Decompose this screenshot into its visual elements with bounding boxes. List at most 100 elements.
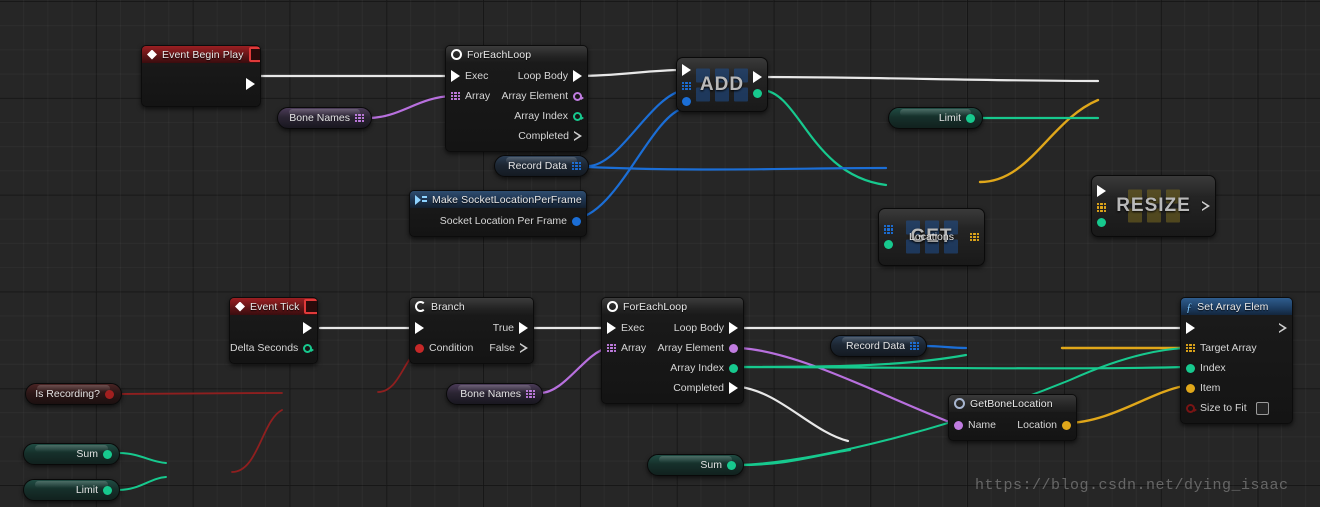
- bool-out-pin[interactable]: [105, 389, 114, 399]
- variable-label: Sum: [76, 448, 98, 460]
- exec-out-pin[interactable]: [1201, 200, 1210, 212]
- exec-out-completed-pin[interactable]: [573, 130, 582, 142]
- watermark-text: https://blog.csdn.net/dying_isaac: [975, 477, 1289, 494]
- node-array-get-top[interactable]: GET Locations: [878, 208, 985, 266]
- node-body: Exec Loop Body Array Array Element Array…: [602, 315, 743, 403]
- array-in-pin[interactable]: [884, 225, 893, 234]
- op-input-pins: [884, 209, 893, 265]
- array-index-out-pin[interactable]: [729, 363, 738, 373]
- array-pin-icon[interactable]: [355, 113, 364, 123]
- exec-in-pin[interactable]: [451, 70, 460, 82]
- pin-label-true: True: [492, 322, 514, 334]
- op-background-grid: [905, 220, 958, 254]
- struct-out-pin[interactable]: [572, 216, 581, 226]
- node-event-tick[interactable]: Event Tick Delta Seconds: [229, 297, 318, 364]
- pin-row-exec: Exec Loop Body: [446, 66, 587, 86]
- exec-in-pin[interactable]: [1186, 322, 1195, 334]
- node-is-recording[interactable]: Is Recording?: [25, 383, 122, 405]
- array-pin-icon[interactable]: [910, 341, 919, 351]
- exec-out-pin[interactable]: [246, 78, 255, 90]
- variable-label: Record Data: [846, 340, 905, 352]
- exec-out-pin[interactable]: [303, 322, 312, 334]
- exec-out-pin[interactable]: [1278, 322, 1287, 334]
- exec-out-pin[interactable]: [753, 71, 762, 83]
- size-in-pin[interactable]: [1097, 218, 1106, 227]
- node-bone-names-top[interactable]: Bone Names: [277, 107, 372, 129]
- new-item-in-pin[interactable]: [682, 96, 691, 106]
- loop-icon: [451, 49, 462, 60]
- variable-label: Bone Names: [289, 112, 350, 124]
- node-title: Branch: [431, 300, 465, 313]
- node-limit-top[interactable]: Limit: [888, 107, 983, 129]
- node-array-add[interactable]: ADD: [676, 57, 768, 112]
- array-element-out-pin[interactable]: [573, 91, 584, 101]
- pin-row-delta-seconds: Delta Seconds: [230, 338, 317, 358]
- node-header: Event Begin Play: [142, 46, 260, 63]
- exec-in-pin[interactable]: [1097, 185, 1106, 197]
- index-in-pin[interactable]: [1186, 363, 1195, 373]
- array-out-pin[interactable]: [970, 232, 979, 242]
- node-make-socket-location-per-frame[interactable]: Make SocketLocationPerFrame Socket Locat…: [409, 190, 587, 237]
- return-index-out-pin[interactable]: [753, 89, 762, 98]
- node-bone-names-bottom[interactable]: Bone Names: [446, 383, 543, 405]
- node-title: Make SocketLocationPerFrame: [432, 193, 582, 206]
- exec-out-false-pin[interactable]: [519, 342, 528, 354]
- exec-out-completed-pin[interactable]: [729, 382, 738, 394]
- size-to-fit-checkbox[interactable]: [1255, 401, 1269, 415]
- op-input-pins: [682, 58, 691, 111]
- exec-in-pin[interactable]: [607, 322, 616, 334]
- node-for-each-loop-top[interactable]: ForEachLoop Exec Loop Body Array Array E…: [445, 45, 588, 152]
- node-sum-left[interactable]: Sum: [23, 443, 120, 465]
- node-title: Event Begin Play: [162, 48, 244, 61]
- blueprint-graph-canvas[interactable]: Event Begin Play Bone Names ForEachLoop: [0, 0, 1320, 507]
- node-get-bone-location[interactable]: GetBoneLocation Name Location: [948, 394, 1077, 441]
- int-out-pin[interactable]: [966, 113, 975, 123]
- array-in-pin[interactable]: [1097, 203, 1106, 212]
- location-out-pin[interactable]: [1062, 420, 1071, 430]
- int-out-pin[interactable]: [103, 449, 112, 459]
- node-event-begin-play[interactable]: Event Begin Play: [141, 45, 261, 107]
- array-index-out-pin[interactable]: [573, 111, 584, 121]
- pin-row-item: Item: [1181, 378, 1292, 398]
- array-element-out-pin[interactable]: [729, 343, 738, 353]
- pin-label-delta-seconds: Delta Seconds: [230, 342, 299, 354]
- node-sum-bottom[interactable]: Sum: [647, 454, 744, 476]
- int-out-pin[interactable]: [727, 460, 736, 470]
- node-array-resize[interactable]: RESIZE: [1091, 175, 1216, 237]
- pin-label-array-element: Array Element: [501, 90, 568, 102]
- array-in-pin[interactable]: [682, 81, 691, 91]
- function-icon: ƒ: [1186, 299, 1193, 314]
- target-array-in-pin[interactable]: [1186, 343, 1195, 353]
- name-in-pin[interactable]: [954, 420, 963, 430]
- node-record-data-bottom[interactable]: Record Data: [830, 335, 927, 357]
- event-diamond-icon: [147, 49, 157, 60]
- node-set-array-elem[interactable]: ƒ Set Array Elem Target Array Index Item…: [1180, 297, 1293, 424]
- node-branch[interactable]: Branch True Condition False: [409, 297, 534, 364]
- array-pin-icon[interactable]: [526, 389, 535, 399]
- condition-in-pin[interactable]: [415, 343, 424, 353]
- pin-row-array: Array Array Element: [446, 86, 587, 106]
- exec-out-loop-body-pin[interactable]: [573, 70, 582, 82]
- delta-seconds-out-pin[interactable]: [303, 343, 315, 353]
- node-title: ForEachLoop: [467, 48, 532, 61]
- branch-icon: [415, 301, 426, 312]
- exec-in-pin[interactable]: [415, 322, 424, 334]
- array-in-pin[interactable]: [607, 343, 616, 353]
- array-pin-icon[interactable]: [572, 161, 581, 171]
- index-in-pin[interactable]: [884, 240, 893, 249]
- event-diamond-icon: [235, 301, 245, 312]
- node-limit-left[interactable]: Limit: [23, 479, 120, 501]
- pin-row-array-index: Array Index: [446, 106, 587, 126]
- exec-out-loop-body-pin[interactable]: [729, 322, 738, 334]
- int-out-pin[interactable]: [103, 485, 112, 495]
- exec-out-true-pin[interactable]: [519, 322, 528, 334]
- item-in-pin[interactable]: [1186, 383, 1195, 393]
- exec-in-pin[interactable]: [682, 63, 691, 76]
- node-header: Make SocketLocationPerFrame: [410, 191, 586, 208]
- array-in-pin[interactable]: [451, 91, 460, 101]
- pin-row-out: Socket Location Per Frame: [410, 211, 586, 231]
- node-for-each-loop-bottom[interactable]: ForEachLoop Exec Loop Body Array Array E…: [601, 297, 744, 404]
- node-title: GetBoneLocation: [970, 397, 1053, 410]
- node-record-data-top[interactable]: Record Data: [494, 155, 589, 177]
- size-to-fit-in-pin[interactable]: [1186, 403, 1197, 413]
